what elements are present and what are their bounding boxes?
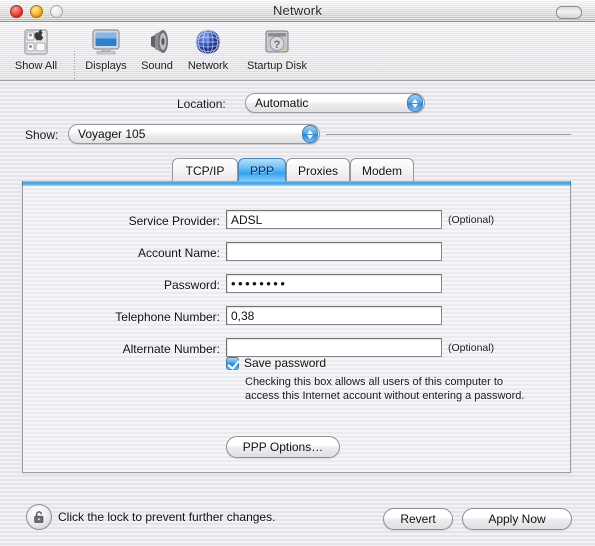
window-title: Network [272,3,323,18]
location-dropdown[interactable]: Automatic [245,93,425,113]
telephone-number-value: 0,38 [231,308,255,323]
alternate-number-input[interactable] [226,338,442,357]
telephone-number-input[interactable]: 0,38 [226,306,442,325]
tab-label: TCP/IP [185,163,225,178]
toolbar-toggle-button[interactable] [556,6,582,19]
service-provider-value: ADSL [231,212,263,227]
preferences-toolbar: Show All Displays Sound Network ? Startu… [0,22,595,91]
save-password-help-line-2: access this Internet account without ent… [245,390,525,402]
show-label: Show: [25,128,59,142]
tab-modem[interactable]: Modem [350,158,414,182]
tab-ppp[interactable]: PPP [238,158,286,182]
password-label: Password: [163,278,220,292]
tab-label: Proxies [297,163,338,178]
lock-open-icon[interactable] [26,504,52,530]
toolbar-item-show-all[interactable]: Show All [0,25,74,72]
tab-label: PPP [249,163,274,178]
service-provider-input[interactable]: ADSL [226,210,442,229]
tab-label: Modem [361,163,402,178]
account-name-label: Account Name: [137,246,220,260]
password-input[interactable]: •••••••• [226,274,442,293]
service-provider-label: Service Provider: [128,214,220,228]
tab-tcpip[interactable]: TCP/IP [172,158,238,182]
service-provider-optional-hint: (Optional) [448,214,495,226]
apply-now-button-label: Apply Now [488,512,546,526]
show-row-separator [326,134,571,135]
alternate-number-label: Alternate Number: [122,342,220,356]
save-password-help-line-1: Checking this box allows all users of th… [245,376,504,388]
telephone-number-label: Telephone Number: [115,310,220,324]
network-preferences-window: Network Show All Displays Sound Network … [0,0,595,546]
chevron-updown-icon [302,125,318,143]
alternate-number-optional-hint: (Optional) [448,342,495,354]
panel-accent-bar [22,181,571,186]
show-dropdown-value: Voyager 105 [78,127,146,141]
ppp-options-button[interactable]: PPP Options… [226,436,340,458]
revert-button[interactable]: Revert [383,508,453,530]
checkmark-icon [227,356,240,370]
toolbar-item-label: Show All [14,60,58,72]
toolbar-item-label: Startup Disk [247,60,307,72]
apply-now-button[interactable]: Apply Now [462,508,572,530]
show-all-icon [0,25,74,59]
ppp-options-button-label: PPP Options… [242,440,324,454]
chevron-updown-icon [407,94,423,112]
lock-hint-text: Click the lock to prevent further change… [58,510,276,524]
location-dropdown-value: Automatic [255,96,309,110]
toolbar-item-startup-disk[interactable]: ? Startup Disk [234,25,320,72]
account-name-input[interactable] [226,242,442,261]
svg-text:?: ? [274,39,281,51]
location-label: Location: [177,97,226,111]
password-value: •••••••• [231,276,288,291]
save-password-checkbox[interactable] [226,356,240,370]
window-titlebar: Network [0,0,595,22]
save-password-label: Save password [244,356,327,370]
startup-disk-icon: ? [234,25,320,59]
save-password-checkbox-row[interactable]: Save password [226,356,326,370]
show-dropdown[interactable]: Voyager 105 [68,124,320,144]
revert-button-label: Revert [400,512,436,526]
tab-proxies[interactable]: Proxies [286,158,350,182]
preferences-body: Location: Automatic Show: Voyager 105 TC… [0,81,595,546]
